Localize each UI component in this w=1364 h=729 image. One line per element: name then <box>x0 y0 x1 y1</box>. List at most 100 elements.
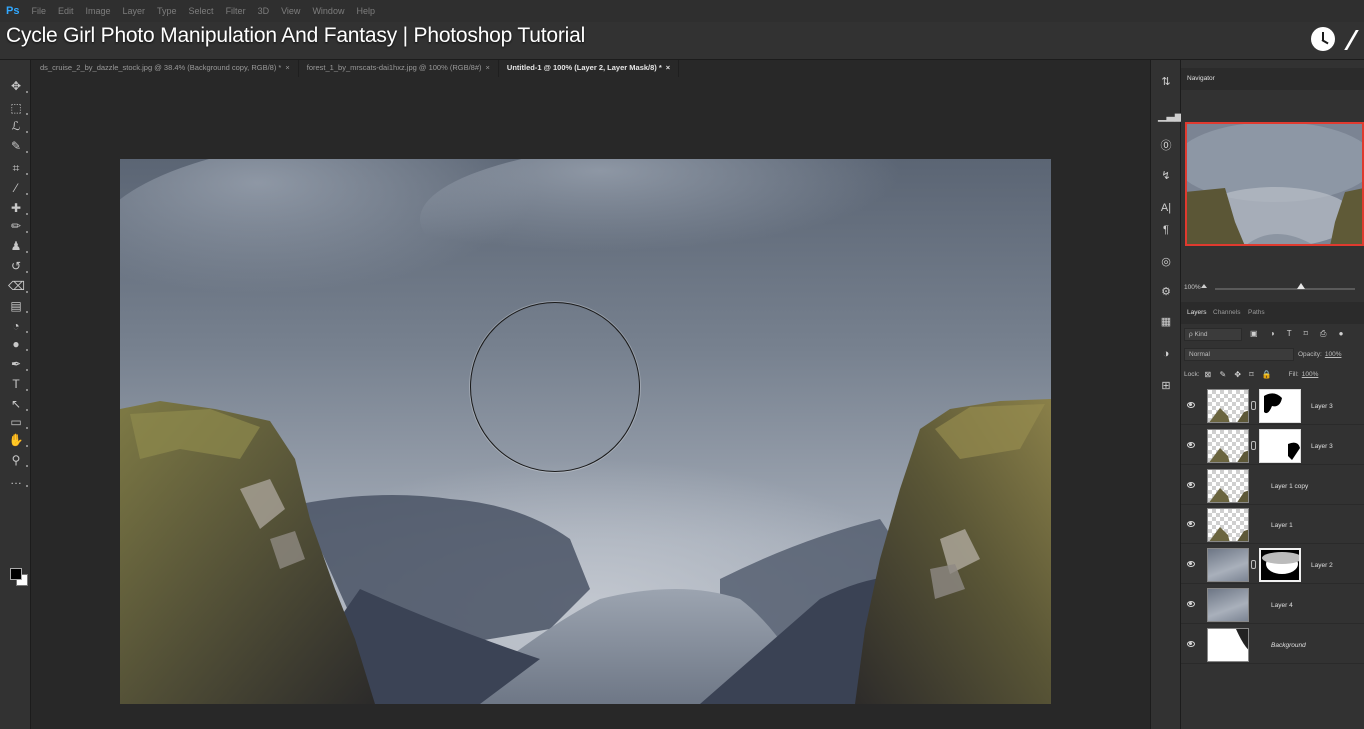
layer-thumbnail[interactable] <box>1207 389 1249 423</box>
menu-edit[interactable]: Edit <box>58 6 74 16</box>
menu-file[interactable]: File <box>31 6 46 16</box>
layer-mask-thumbnail[interactable] <box>1259 548 1301 582</box>
visibility-eye-icon[interactable] <box>1187 442 1195 448</box>
layer-name[interactable]: Layer 4 <box>1271 602 1293 609</box>
info-icon[interactable]: ⓪ <box>1158 138 1174 154</box>
layer-thumbnail[interactable] <box>1207 508 1249 542</box>
layer-row[interactable]: Background <box>1181 626 1364 664</box>
layer-name[interactable]: Layer 2 <box>1311 562 1333 569</box>
histogram-icon[interactable]: ▁▃▅ <box>1158 108 1183 124</box>
visibility-eye-icon[interactable] <box>1187 482 1195 488</box>
eyedropper-tool-icon[interactable]: ⁄ <box>8 180 28 196</box>
libraries-icon[interactable]: ⊞ <box>1158 378 1174 394</box>
swatches-icon[interactable]: ▦ <box>1158 314 1174 330</box>
menu-type[interactable]: Type <box>157 6 177 16</box>
tab-close-icon[interactable]: × <box>666 63 670 72</box>
zoom-slider-track[interactable] <box>1215 288 1355 290</box>
menu-view[interactable]: View <box>281 6 300 16</box>
watch-later-icon[interactable] <box>1311 27 1335 51</box>
layer-row[interactable]: Layer 1 copy <box>1181 467 1364 505</box>
shape-tool-icon[interactable]: ▭ <box>8 414 28 430</box>
tab-close-icon[interactable]: × <box>285 63 289 72</box>
fill-value[interactable]: 100% <box>1302 371 1319 378</box>
menu-select[interactable]: Select <box>189 6 214 16</box>
menu-image[interactable]: Image <box>86 6 111 16</box>
layer-row[interactable]: Layer 3 <box>1181 427 1364 465</box>
document-tab-active[interactable]: Untitled-1 @ 100% (Layer 2, Layer Mask/8… <box>498 60 680 77</box>
menu-filter[interactable]: Filter <box>226 6 246 16</box>
layer-thumbnail[interactable] <box>1207 588 1249 622</box>
tab-navigator[interactable]: Navigator <box>1187 75 1215 82</box>
navigator-view-box[interactable] <box>1185 122 1364 246</box>
layer-name[interactable]: Layer 1 <box>1271 522 1293 529</box>
layer-row[interactable]: Layer 3 <box>1181 387 1364 425</box>
layer-name[interactable]: Layer 3 <box>1311 403 1333 410</box>
visibility-eye-icon[interactable] <box>1187 641 1195 647</box>
layer-row[interactable]: Layer 4 <box>1181 586 1364 624</box>
dodge-tool-icon[interactable]: ● <box>8 336 28 352</box>
history-brush-tool-icon[interactable]: ↺ <box>8 258 28 274</box>
adjustments-icon[interactable]: ◎ <box>1158 254 1174 270</box>
document-tab[interactable]: forest_1_by_mrscats-dai1hxz.jpg @ 100% (… <box>299 60 499 77</box>
lock-icons[interactable]: ⊠ ✎ ✥ ⌑ 🔒 <box>1205 370 1275 379</box>
layer-mask-thumbnail[interactable] <box>1259 389 1301 423</box>
gradient-tool-icon[interactable]: ▤ <box>8 298 28 314</box>
layer-thumbnail[interactable] <box>1207 548 1249 582</box>
visibility-eye-icon[interactable] <box>1187 561 1195 567</box>
path-select-tool-icon[interactable]: ↖ <box>8 396 28 412</box>
lasso-tool-icon[interactable]: ℒ <box>8 118 28 134</box>
crop-tool-icon[interactable]: ⌗ <box>8 160 28 176</box>
menu-window[interactable]: Window <box>312 6 344 16</box>
zoom-slider-handle[interactable] <box>1297 283 1305 289</box>
navigator-zoom-value[interactable]: 100% <box>1184 284 1201 291</box>
menu-3d[interactable]: 3D <box>258 6 270 16</box>
layer-name[interactable]: Background <box>1271 642 1306 649</box>
tab-channels[interactable]: Channels <box>1213 309 1240 316</box>
mask-link-icon[interactable] <box>1251 401 1256 410</box>
more-tools-icon[interactable]: … <box>8 472 28 488</box>
quick-select-tool-icon[interactable]: ✎ <box>8 138 28 154</box>
character-icon[interactable]: A| <box>1158 200 1174 216</box>
tab-paths[interactable]: Paths <box>1248 309 1265 316</box>
healing-tool-icon[interactable]: ✚ <box>8 200 28 216</box>
paragraph-icon[interactable]: ¶ <box>1158 222 1174 238</box>
zoom-tool-icon[interactable]: ⚲ <box>8 452 28 468</box>
layer-thumbnail[interactable] <box>1207 469 1249 503</box>
eraser-tool-icon[interactable]: ⌫ <box>8 278 28 294</box>
hand-tool-icon[interactable]: ✋ <box>8 432 28 448</box>
tab-close-icon[interactable]: × <box>486 63 490 72</box>
visibility-eye-icon[interactable] <box>1187 402 1195 408</box>
blur-tool-icon[interactable]: ◔ <box>8 318 28 334</box>
visibility-eye-icon[interactable] <box>1187 521 1195 527</box>
zoom-out-icon[interactable] <box>1201 284 1207 288</box>
color-icon[interactable]: ◑ <box>1158 346 1174 362</box>
type-tool-icon[interactable]: T <box>8 376 28 392</box>
properties-icon[interactable]: ⚙ <box>1158 284 1174 300</box>
mask-link-icon[interactable] <box>1251 441 1256 450</box>
layer-thumbnail[interactable] <box>1207 628 1249 662</box>
marquee-tool-icon[interactable]: ⬚ <box>8 100 28 116</box>
kind-filter-select[interactable]: ρ Kind <box>1184 327 1242 341</box>
layer-row[interactable]: Layer 1 <box>1181 506 1364 544</box>
menu-help[interactable]: Help <box>356 6 375 16</box>
opacity-value[interactable]: 100% <box>1325 351 1342 358</box>
layer-mask-thumbnail[interactable] <box>1259 429 1301 463</box>
layer-name[interactable]: Layer 3 <box>1311 443 1333 450</box>
layer-row[interactable]: Layer 2 <box>1181 546 1364 584</box>
visibility-eye-icon[interactable] <box>1187 601 1195 607</box>
tab-layers[interactable]: Layers <box>1187 309 1207 316</box>
layer-name[interactable]: Layer 1 copy <box>1271 483 1308 490</box>
document-tab[interactable]: ds_cruise_2_by_dazzle_stock.jpg @ 38.4% … <box>32 60 299 77</box>
blend-mode-select[interactable]: Normal <box>1184 347 1294 361</box>
foreground-color-swatch[interactable] <box>10 568 22 580</box>
menu-layer[interactable]: Layer <box>123 6 146 16</box>
layer-thumbnail[interactable] <box>1207 429 1249 463</box>
brush-tool-icon[interactable]: ✏ <box>8 218 28 234</box>
brush-settings-icon[interactable]: ↯ <box>1158 168 1174 184</box>
move-tool-icon[interactable]: ✥ <box>8 78 28 94</box>
filter-type-icons[interactable]: ▣ ◑ T ⌑ ⎙ ● <box>1250 329 1348 339</box>
mask-link-icon[interactable] <box>1251 560 1256 569</box>
stamp-tool-icon[interactable]: ♟ <box>8 238 28 254</box>
pen-tool-icon[interactable]: ✒ <box>8 356 28 372</box>
history-icon[interactable]: ⇅ <box>1158 74 1174 90</box>
